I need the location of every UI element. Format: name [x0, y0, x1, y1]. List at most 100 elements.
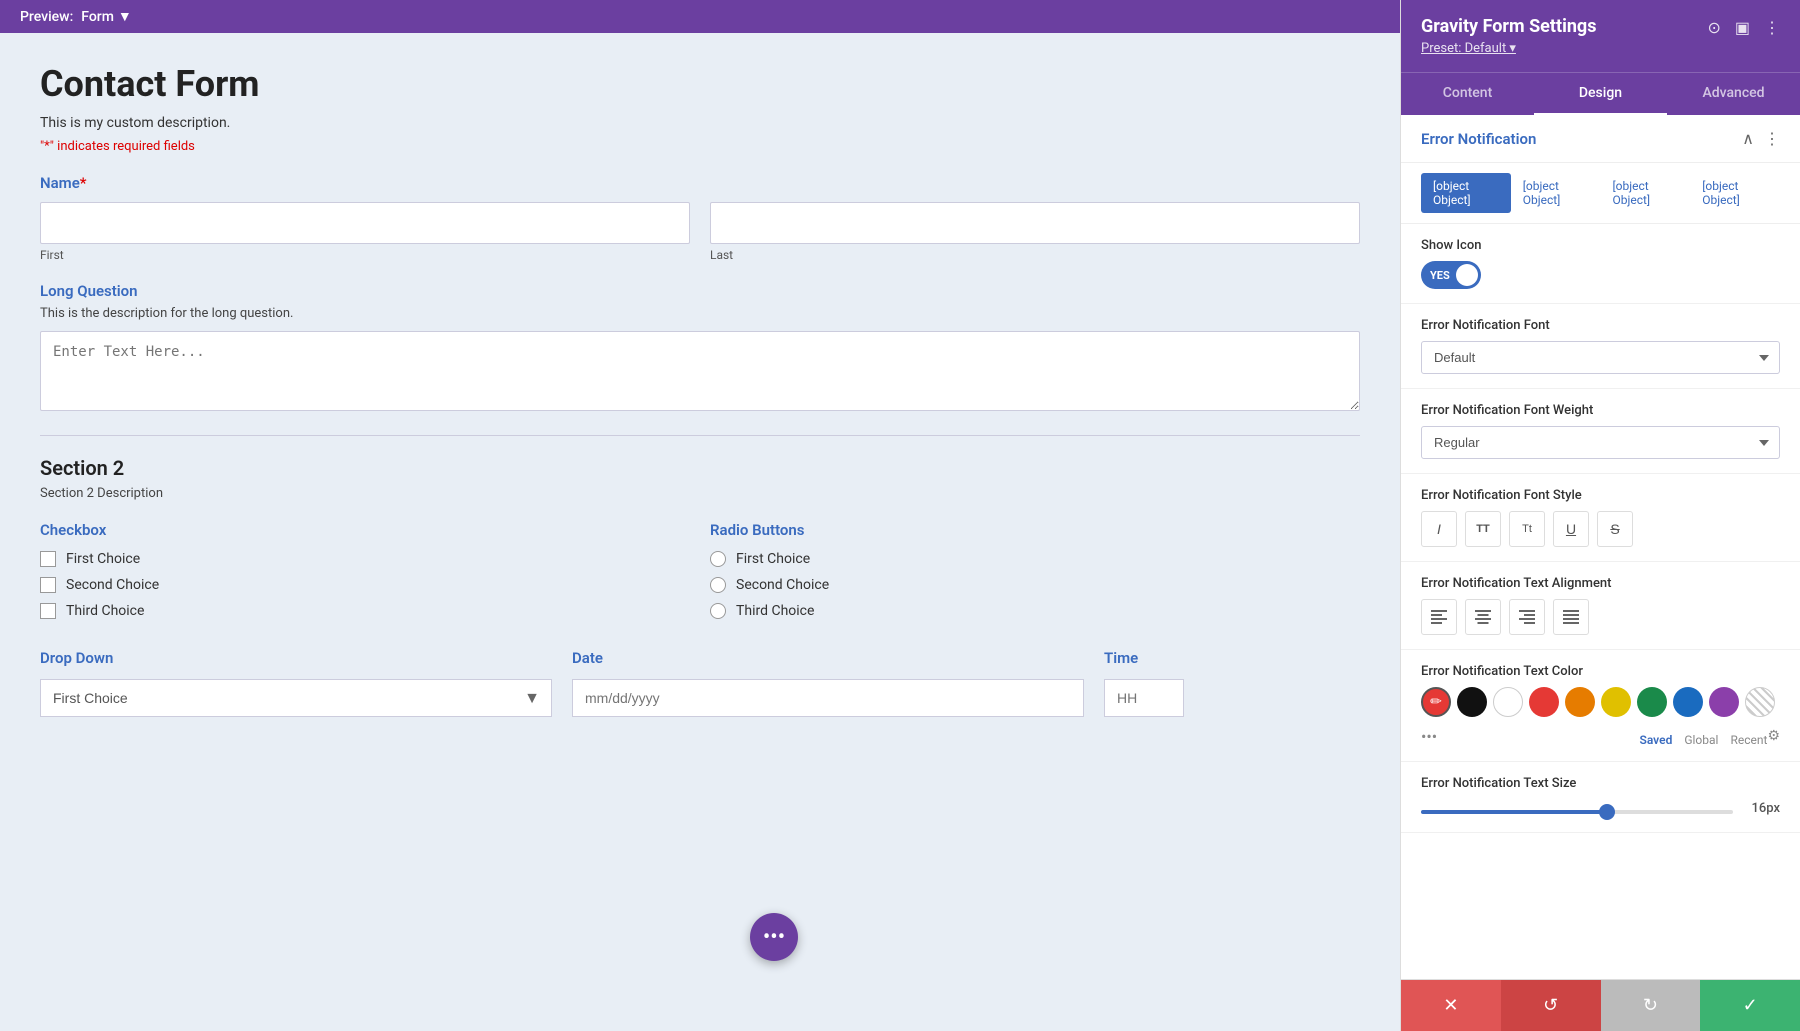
color-gear-icon[interactable]: ⚙	[1767, 728, 1780, 744]
form-dropdown[interactable]: Form ▼	[81, 8, 132, 25]
alignment-buttons	[1421, 599, 1780, 635]
list-item: Second Choice	[40, 577, 690, 593]
object-tab-3[interactable]: [object Object]	[1601, 173, 1691, 213]
checkbox-radio-row: Checkbox First Choice Second Choice Thir…	[40, 521, 1360, 629]
section-more-icon[interactable]: ⋮	[1764, 129, 1780, 148]
show-icon-toggle[interactable]: YES	[1421, 261, 1481, 289]
date-input[interactable]	[572, 679, 1084, 717]
tab-advanced[interactable]: Advanced	[1667, 73, 1800, 115]
color-tab-saved[interactable]: Saved	[1640, 733, 1673, 747]
checkbox-label: Checkbox	[40, 521, 690, 539]
time-wrap: Time	[1104, 649, 1360, 717]
color-swatch-yellow[interactable]	[1601, 687, 1631, 717]
action-bar: ✕ ↺ ↻ ✓	[1401, 979, 1800, 1031]
form-title: Contact Form	[40, 63, 1360, 105]
color-tab-recent[interactable]: Recent	[1730, 733, 1767, 747]
alignment-label: Error Notification Text Alignment	[1421, 576, 1780, 591]
panel-body: Error Notification ∧ ⋮ [object Object] […	[1401, 115, 1800, 979]
font-style-buttons: I TT Tt U S	[1421, 511, 1780, 547]
color-swatch-stripe[interactable]	[1745, 687, 1775, 717]
choice-text: First Choice	[736, 551, 810, 567]
strikethrough-button[interactable]: S	[1597, 511, 1633, 547]
undo-button[interactable]: ↺	[1501, 980, 1601, 1031]
color-swatch-white[interactable]	[1493, 687, 1523, 717]
radio-2[interactable]	[710, 577, 726, 593]
color-swatch-purple[interactable]	[1709, 687, 1739, 717]
align-right-button[interactable]	[1509, 599, 1545, 635]
size-slider[interactable]	[1421, 810, 1733, 814]
color-label: Error Notification Text Color	[1421, 664, 1780, 679]
dropdown-select[interactable]: First Choice	[40, 679, 552, 717]
show-icon-label: Show Icon	[1421, 238, 1780, 253]
radio-1[interactable]	[710, 551, 726, 567]
section2-title: Section 2	[40, 456, 1360, 480]
dropdown-container: First Choice ▼	[40, 679, 552, 717]
object-tab-2[interactable]: [object Object]	[1511, 173, 1601, 213]
color-tab-row: ••• Saved Global Recent ⚙	[1421, 725, 1780, 747]
show-icon-row: Show Icon YES	[1401, 224, 1800, 304]
time-label: Time	[1104, 649, 1360, 667]
layout-icon[interactable]: ▣	[1735, 18, 1750, 37]
capitalize-button[interactable]: Tt	[1509, 511, 1545, 547]
color-palette: ✏	[1421, 687, 1780, 717]
name-label: Name*	[40, 174, 1360, 192]
choice-text: Third Choice	[736, 603, 814, 619]
time-input[interactable]	[1104, 679, 1184, 717]
header-icons: ⊙ ▣ ⋮	[1707, 18, 1780, 37]
list-item: Third Choice	[40, 603, 690, 619]
target-icon[interactable]: ⊙	[1707, 18, 1720, 37]
object-tab-4[interactable]: [object Object]	[1690, 173, 1780, 213]
alignment-row: Error Notification Text Alignment	[1401, 562, 1800, 650]
panel-tabs: Content Design Advanced	[1401, 72, 1800, 115]
font-select[interactable]: Default	[1421, 341, 1780, 374]
list-item: First Choice	[710, 551, 1360, 567]
long-question-label: Long Question	[40, 282, 1360, 300]
tab-design[interactable]: Design	[1534, 73, 1667, 115]
object-tab-1[interactable]: [object Object]	[1421, 173, 1511, 213]
preview-label: Preview:	[20, 9, 73, 25]
redo-button[interactable]: ↻	[1601, 980, 1701, 1031]
color-swatch-blue[interactable]	[1673, 687, 1703, 717]
tab-content[interactable]: Content	[1401, 73, 1534, 115]
radio-col: Radio Buttons First Choice Second Choice…	[710, 521, 1360, 629]
save-button[interactable]: ✓	[1700, 980, 1800, 1031]
color-swatch-green[interactable]	[1637, 687, 1667, 717]
align-left-button[interactable]	[1421, 599, 1457, 635]
color-tab-global[interactable]: Global	[1684, 733, 1718, 747]
collapse-icon[interactable]: ∧	[1742, 129, 1754, 148]
form-description: This is my custom description.	[40, 115, 1360, 131]
color-swatch-red[interactable]	[1529, 687, 1559, 717]
allcaps-button[interactable]: TT	[1465, 511, 1501, 547]
long-question-textarea[interactable]	[40, 331, 1360, 411]
fab-button[interactable]: •••	[750, 913, 798, 961]
checkbox-1[interactable]	[40, 551, 56, 567]
panel-preset[interactable]: Preset: Default ▾	[1421, 41, 1596, 56]
color-swatch-orange[interactable]	[1565, 687, 1595, 717]
checkbox-3[interactable]	[40, 603, 56, 619]
checkbox-2[interactable]	[40, 577, 56, 593]
panel-header-text: Gravity Form Settings Preset: Default ▾	[1421, 16, 1596, 56]
preview-bar: Preview: Form ▼	[0, 0, 1400, 33]
toggle-yes-label: YES	[1424, 267, 1456, 284]
font-style-row: Error Notification Font Style I TT Tt U …	[1401, 474, 1800, 562]
section2-desc: Section 2 Description	[40, 486, 1360, 501]
cancel-button[interactable]: ✕	[1401, 980, 1501, 1031]
more-icon[interactable]: ⋮	[1764, 18, 1780, 37]
name-row: First Last	[40, 202, 1360, 262]
radio-3[interactable]	[710, 603, 726, 619]
align-justify-button[interactable]	[1553, 599, 1589, 635]
font-weight-select[interactable]: Regular	[1421, 426, 1780, 459]
color-swatch-black[interactable]	[1457, 687, 1487, 717]
underline-button[interactable]: U	[1553, 511, 1589, 547]
last-name-input[interactable]	[710, 202, 1360, 244]
color-picker-swatch[interactable]: ✏	[1421, 687, 1451, 717]
panel-header-row: Gravity Form Settings Preset: Default ▾ …	[1421, 16, 1780, 56]
size-value: 16px	[1745, 801, 1780, 816]
first-sublabel: First	[40, 248, 690, 262]
list-item: Third Choice	[710, 603, 1360, 619]
italic-button[interactable]: I	[1421, 511, 1457, 547]
align-center-button[interactable]	[1465, 599, 1501, 635]
color-more-icon[interactable]: •••	[1421, 727, 1437, 746]
first-name-input[interactable]	[40, 202, 690, 244]
choice-text: Second Choice	[736, 577, 829, 593]
